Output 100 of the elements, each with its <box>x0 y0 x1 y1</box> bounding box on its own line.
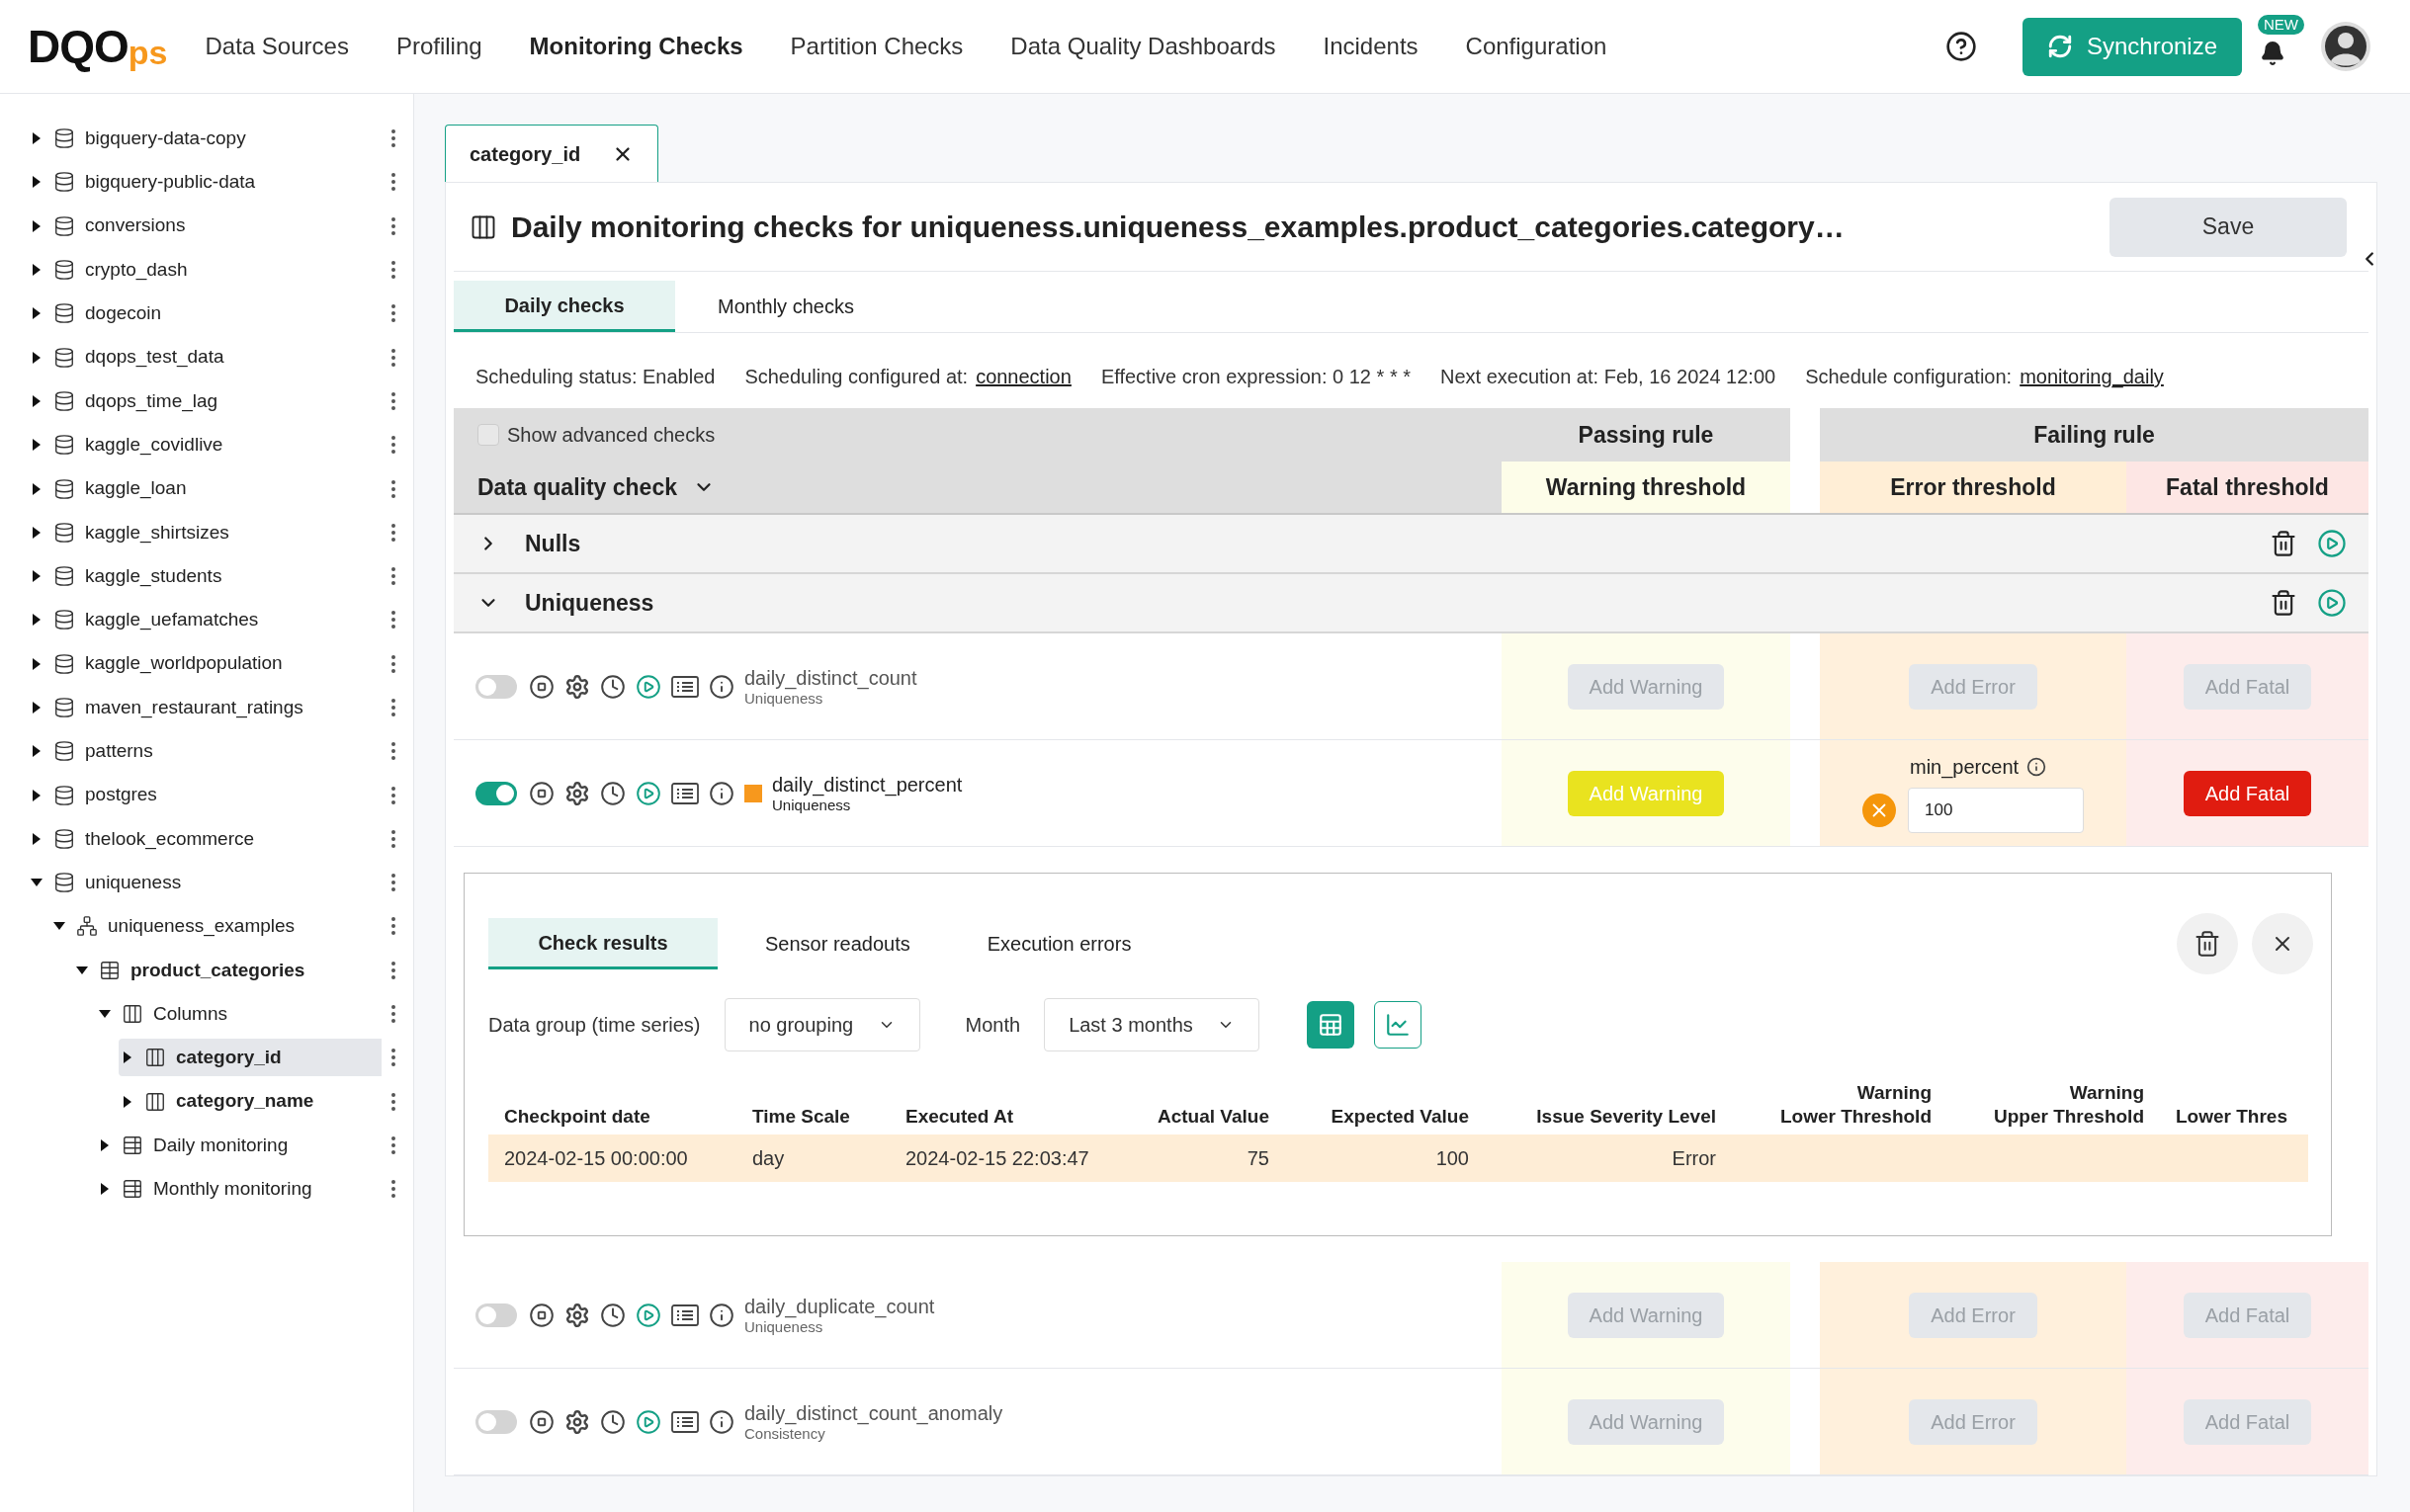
clock-icon[interactable] <box>600 1408 626 1435</box>
check-group-row[interactable]: Uniqueness <box>454 574 2368 633</box>
column-header: Checkpoint date <box>504 1105 650 1129</box>
checks-tab[interactable]: Monthly checks <box>675 281 897 332</box>
run-icon[interactable] <box>636 673 661 700</box>
list-icon[interactable] <box>671 781 699 805</box>
checkbox[interactable] <box>477 424 499 446</box>
chart-view-button[interactable] <box>1374 1001 1422 1049</box>
results-tab[interactable]: Check results <box>488 918 718 969</box>
open-tab[interactable]: category_id <box>445 125 658 182</box>
info-icon[interactable] <box>709 780 734 806</box>
checks-tab[interactable]: Daily checks <box>454 281 675 332</box>
schedule-link[interactable]: monitoring_daily <box>2020 362 2164 391</box>
table-cell: Error <box>1672 1147 1716 1169</box>
toggle-switch[interactable] <box>475 1302 517 1327</box>
run-icon[interactable] <box>636 780 661 806</box>
table-view-button[interactable] <box>1307 1001 1355 1049</box>
delete-icon[interactable] <box>2270 530 2297 557</box>
tree-item[interactable]: crypto_dash <box>28 251 382 290</box>
toggle-switch[interactable] <box>475 1409 517 1434</box>
rule-value-field[interactable]: 100 <box>1908 787 2084 833</box>
toggle-switch[interactable] <box>475 781 517 805</box>
stop-icon[interactable] <box>529 1302 555 1328</box>
tree-item[interactable]: kaggle_shirtsizes <box>28 513 382 551</box>
tree-item-label: kaggle_worldpopulation <box>85 651 283 676</box>
clock-icon[interactable] <box>600 673 626 700</box>
list-icon[interactable] <box>671 1409 699 1434</box>
help-icon[interactable] <box>1945 31 1977 62</box>
database-icon <box>53 302 75 325</box>
save-button[interactable]: Save <box>2109 197 2347 257</box>
list-icon[interactable] <box>671 674 699 699</box>
new-badge: NEW <box>2258 15 2304 35</box>
results-tab[interactable]: Sensor readouts <box>735 918 940 969</box>
tree-item[interactable]: dogecoin <box>28 294 382 333</box>
tree-item[interactable]: kaggle_loan <box>28 469 382 508</box>
info-icon[interactable] <box>709 673 734 700</box>
tree-item[interactable]: kaggle_students <box>28 557 382 596</box>
tree-item[interactable]: kaggle_uefamatches <box>28 601 382 639</box>
check-group-row[interactable]: Nulls <box>454 515 2368 574</box>
tree-item[interactable]: kaggle_covidlive <box>28 426 382 464</box>
clock-icon[interactable] <box>600 780 626 806</box>
run-icon[interactable] <box>636 1302 661 1328</box>
info-icon[interactable] <box>709 1302 734 1328</box>
tree-item[interactable]: category_id <box>119 1039 382 1077</box>
tree-item[interactable]: kaggle_worldpopulation <box>28 644 382 683</box>
nav-link[interactable]: Partition Checks <box>790 29 964 64</box>
tree-item[interactable]: uniqueness <box>28 864 382 902</box>
delete-icon[interactable] <box>2270 589 2297 617</box>
tree-item[interactable]: maven_restaurant_ratings <box>28 689 382 726</box>
user-avatar-icon[interactable] <box>2321 22 2370 71</box>
period-dropdown[interactable]: Last 3 months <box>1044 998 1260 1051</box>
settings-icon[interactable] <box>564 1408 590 1435</box>
toggle-switch[interactable] <box>475 674 517 699</box>
tree-item[interactable]: dqops_time_lag <box>28 381 382 420</box>
info-icon[interactable] <box>2026 756 2047 777</box>
tree-item[interactable]: uniqueness_examples <box>50 907 382 946</box>
results-tab[interactable]: Execution errors <box>957 918 1162 969</box>
settings-icon[interactable] <box>564 673 590 700</box>
tree-item[interactable]: conversions <box>28 207 382 245</box>
tree-item[interactable]: Columns <box>96 995 382 1034</box>
tree-item[interactable]: bigquery-data-copy <box>28 120 382 158</box>
stop-icon[interactable] <box>529 780 555 806</box>
notification-bell-icon[interactable] <box>2260 41 2285 66</box>
settings-icon[interactable] <box>564 780 590 806</box>
stop-icon[interactable] <box>529 1408 555 1435</box>
database-icon <box>53 697 75 718</box>
nav-link[interactable]: Configuration <box>1465 29 1607 64</box>
tree-item[interactable]: postgres <box>28 776 382 814</box>
tree-item[interactable]: patterns <box>28 732 382 771</box>
nav-link[interactable]: Monitoring Checks <box>529 29 743 64</box>
tree-item[interactable]: Monthly monitoring <box>96 1170 382 1209</box>
table-icon <box>1318 1012 1344 1038</box>
run-icon[interactable] <box>2317 588 2347 618</box>
nav-link[interactable]: Incidents <box>1323 29 1419 64</box>
tree-item[interactable]: thelook_ecommerce <box>28 819 382 858</box>
database-icon <box>53 784 75 806</box>
clock-icon[interactable] <box>600 1302 626 1328</box>
nav-link[interactable]: Profiling <box>395 29 482 64</box>
settings-icon[interactable] <box>564 1302 590 1328</box>
nav-link[interactable]: Data Quality Dashboards <box>1010 29 1276 64</box>
grouping-dropdown[interactable]: no grouping <box>724 998 920 1051</box>
tree-item[interactable]: product_categories <box>73 951 382 989</box>
tree-item[interactable]: Daily monitoring <box>96 1126 382 1164</box>
nav-link[interactable]: Data Sources <box>205 29 349 64</box>
filter-label: Data group (time series) <box>488 1013 701 1038</box>
tree-item-label: crypto_dash <box>85 257 188 283</box>
list-icon[interactable] <box>671 1302 699 1327</box>
run-icon[interactable] <box>636 1408 661 1435</box>
tree-item[interactable]: bigquery-public-data <box>28 163 382 202</box>
tree-item-label: product_categories <box>130 958 305 982</box>
tree-item-label: category_id <box>176 1046 282 1070</box>
info-icon[interactable] <box>709 1408 734 1435</box>
schedule-link[interactable]: connection <box>976 362 1072 391</box>
column-header: Time Scale <box>752 1105 850 1129</box>
tree-item[interactable]: dqops_test_data <box>28 338 382 377</box>
stop-icon[interactable] <box>529 673 555 700</box>
tree-item[interactable]: category_name <box>119 1082 382 1121</box>
add-threshold-button[interactable]: Add Fatal <box>2183 770 2312 816</box>
run-icon[interactable] <box>2317 529 2347 558</box>
column-group-header: Failing rule <box>1820 408 2368 462</box>
